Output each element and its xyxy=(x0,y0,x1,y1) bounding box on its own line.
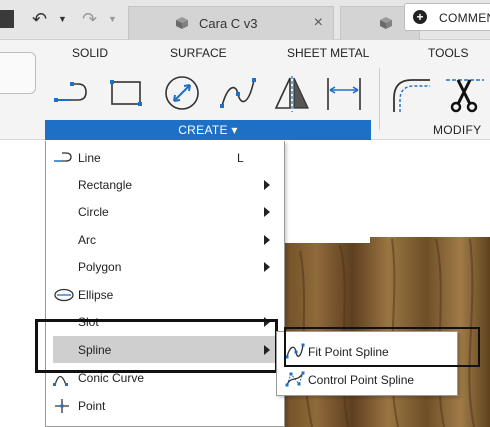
comments-label: COMMEN xyxy=(439,11,490,25)
menu-item-control-point-spline[interactable]: Control Point Spline xyxy=(279,365,455,393)
cube-icon xyxy=(380,17,392,29)
spline-icon[interactable] xyxy=(218,74,258,114)
tab-solid[interactable]: SOLID xyxy=(72,46,108,60)
undo-dropdown-icon[interactable]: ▼ xyxy=(58,14,67,24)
ellipse-icon xyxy=(54,288,74,302)
toolbar-ribbon: SOLID SURFACE SHEET METAL TOOLS CREATE ▾… xyxy=(0,40,490,151)
submenu-arrow-icon xyxy=(264,180,270,190)
menu-item-ellipse[interactable]: Ellipse xyxy=(46,281,284,308)
menu-item-circle[interactable]: Circle xyxy=(46,198,284,225)
app-menu-stub[interactable] xyxy=(0,10,14,28)
point-icon xyxy=(55,399,69,413)
menu-item-arc[interactable]: Arc xyxy=(46,226,284,253)
fit-point-spline-highlight-frame xyxy=(284,327,480,367)
menu-item-label: Rectangle xyxy=(78,178,133,192)
menu-item-label: Circle xyxy=(78,205,109,219)
submenu-arrow-icon xyxy=(264,262,270,272)
menu-item-polygon[interactable]: Polygon xyxy=(46,253,284,280)
menu-item-label: Point xyxy=(78,399,106,413)
undo-icon[interactable]: ↶ xyxy=(32,9,47,30)
tab-tools[interactable]: TOOLS xyxy=(428,46,468,60)
create-menu: Line L Rectangle Circle Arc Polygon Elli… xyxy=(45,141,285,427)
menu-item-label: Arc xyxy=(78,233,96,247)
submenu-arrow-icon xyxy=(264,235,270,245)
trim-icon[interactable] xyxy=(444,74,484,114)
tab-surface[interactable]: SURFACE xyxy=(170,46,227,60)
ribbon-separator xyxy=(379,68,380,130)
control-point-spline-icon xyxy=(285,371,305,387)
close-tab-icon[interactable]: × xyxy=(314,14,323,32)
document-tab-title: Cara C v3 xyxy=(199,16,258,31)
cube-icon xyxy=(176,17,188,29)
redo-icon[interactable]: ↷ xyxy=(82,9,97,30)
line-icon[interactable] xyxy=(52,74,92,114)
redo-dropdown-icon[interactable]: ▼ xyxy=(108,14,117,24)
mirror-icon[interactable] xyxy=(272,74,312,114)
circle-icon[interactable] xyxy=(162,74,202,114)
menu-item-line[interactable]: Line L xyxy=(46,144,284,171)
menu-item-point[interactable]: Point xyxy=(46,392,284,419)
line-icon xyxy=(54,152,72,162)
menu-item-label: Conic Curve xyxy=(78,371,145,385)
menu-item-rectangle[interactable]: Rectangle xyxy=(46,171,284,198)
title-bar: ↶ ▼ ↷ ▼ Cara C v3 × + COMMEN xyxy=(0,0,490,40)
menu-item-label: Line xyxy=(78,151,101,165)
rectangle-icon[interactable] xyxy=(106,74,146,114)
shortcut-key: L xyxy=(237,151,244,165)
document-tab-active[interactable]: Cara C v3 × xyxy=(128,6,334,40)
create-dropdown-button[interactable]: CREATE ▾ xyxy=(45,120,371,140)
submenu-arrow-icon xyxy=(264,207,270,217)
plus-icon: + xyxy=(413,10,427,24)
ribbon-left-panel[interactable] xyxy=(0,52,36,94)
menu-item-label: Control Point Spline xyxy=(308,373,415,387)
fillet-icon[interactable] xyxy=(390,74,430,114)
tab-sheet-metal[interactable]: SHEET METAL xyxy=(287,46,369,60)
comments-button[interactable]: + COMMEN xyxy=(404,3,490,31)
menu-item-label: Polygon xyxy=(78,260,122,274)
spline-highlight-frame xyxy=(35,319,278,373)
dimension-icon[interactable] xyxy=(324,74,364,114)
menu-item-label: Ellipse xyxy=(78,288,114,302)
